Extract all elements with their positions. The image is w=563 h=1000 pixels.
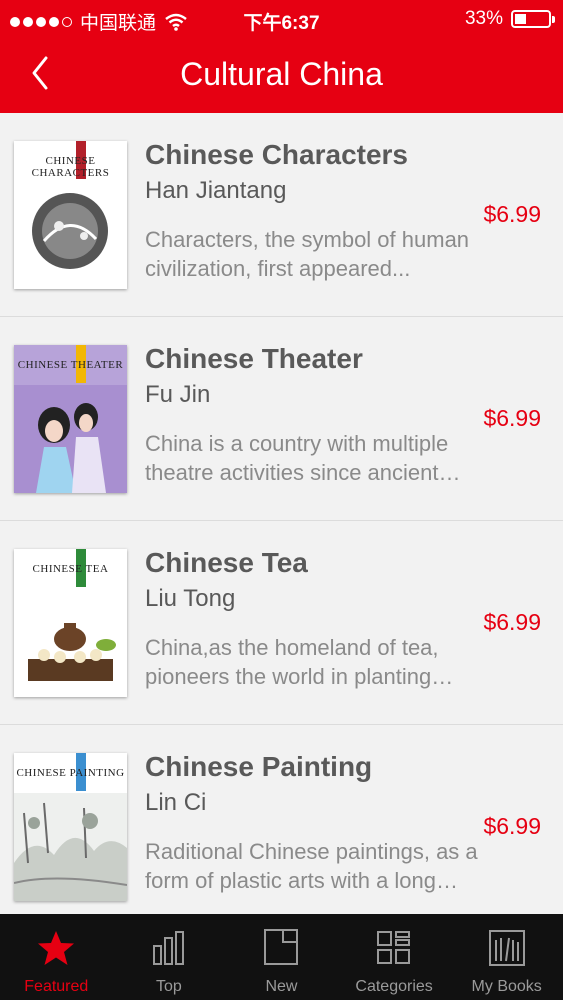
new-book-icon <box>264 929 299 965</box>
cover-art-snow-landscape <box>14 793 127 901</box>
tab-featured[interactable]: Featured <box>0 914 113 1000</box>
book-info: Chinese Characters Han Jiantang Characte… <box>145 137 485 283</box>
tab-categories[interactable]: Categories <box>338 914 451 1000</box>
book-title: Chinese Tea <box>145 547 308 578</box>
cover-title: CHINESE PAINTING <box>16 767 125 779</box>
battery-level <box>515 14 526 24</box>
book-title: Chinese Characters <box>145 139 409 170</box>
tab-new[interactable]: New <box>225 914 338 1000</box>
cover-title: CHINESE THEATER <box>17 359 124 371</box>
cover-art-tea-set <box>28 623 116 681</box>
book-description: Raditional Chinese paintings, as a form … <box>145 839 478 893</box>
cover-title: CHINESE TEA <box>32 563 109 575</box>
tab-top[interactable]: Top <box>113 914 226 1000</box>
book-title: Chinese Theater <box>145 343 363 374</box>
categories-grid-icon <box>377 931 411 964</box>
tab-bar: Featured Top New Categories My Books <box>0 914 563 1000</box>
book-cover: CHINESE CHARACTERS <box>14 141 127 289</box>
tab-label: My Books <box>471 978 542 995</box>
book-description: Characters, the symbol of human civiliza… <box>145 227 470 281</box>
book-info: Chinese Painting Lin Ci Raditional Chine… <box>145 749 485 895</box>
tab-label: Categories <box>355 978 433 995</box>
book-title: Chinese Painting <box>145 751 373 782</box>
book-row[interactable]: CHINESE PAINTING Chinese Painting Lin Ci… <box>0 725 563 914</box>
tab-label: New <box>265 978 298 995</box>
bookshelf-icon <box>488 930 525 966</box>
book-cover: CHINESE PAINTING <box>14 753 127 901</box>
book-author: Fu Jin <box>145 381 211 408</box>
battery-percent: 33% <box>464 8 503 29</box>
status-right: 33% <box>464 8 555 30</box>
tab-my-books[interactable]: My Books <box>450 914 563 1000</box>
book-row[interactable]: CHINESE THEATER Chinese Theater Fu Jin C… <box>0 317 563 521</box>
cover-art-ink-circle <box>32 193 108 269</box>
bar-chart-icon <box>152 931 184 965</box>
book-description: China is a country with multiple theatre… <box>145 431 449 485</box>
price-button[interactable]: $6.99 <box>483 201 541 228</box>
book-author: Liu Tong <box>145 585 236 612</box>
price-button[interactable]: $6.99 <box>483 405 541 432</box>
book-author: Lin Ci <box>145 789 207 816</box>
battery-icon <box>511 10 555 28</box>
cover-art-opera-figures <box>14 385 127 493</box>
book-row[interactable]: CHINESE TEA Chinese Tea Liu Tong China,a… <box>0 521 563 725</box>
tab-label: Top <box>155 978 182 995</box>
cover-title: CHINESE CHARACTERS <box>31 155 110 179</box>
book-info: Chinese Theater Fu Jin China is a countr… <box>145 341 485 487</box>
status-bar: 中国联通 下午6:37 33% <box>0 0 563 38</box>
app-header: 中国联通 下午6:37 33% Cultural China <box>0 0 563 113</box>
price-button[interactable]: $6.99 <box>483 813 541 840</box>
book-list[interactable]: CHINESE CHARACTERS Chinese Characters Ha… <box>0 113 563 914</box>
book-row[interactable]: CHINESE CHARACTERS Chinese Characters Ha… <box>0 113 563 317</box>
star-icon <box>38 931 75 965</box>
book-author: Han Jiantang <box>145 177 287 204</box>
page-title: Cultural China <box>180 56 383 92</box>
price-button[interactable]: $6.99 <box>483 609 541 636</box>
book-cover: CHINESE THEATER <box>14 345 127 493</box>
book-description: China,as the homeland of tea, pioneers t… <box>145 635 439 689</box>
tab-label: Featured <box>24 978 89 995</box>
nav-bar: Cultural China <box>0 38 563 113</box>
book-cover: CHINESE TEA <box>14 549 127 697</box>
book-info: Chinese Tea Liu Tong China,as the homela… <box>145 545 485 691</box>
